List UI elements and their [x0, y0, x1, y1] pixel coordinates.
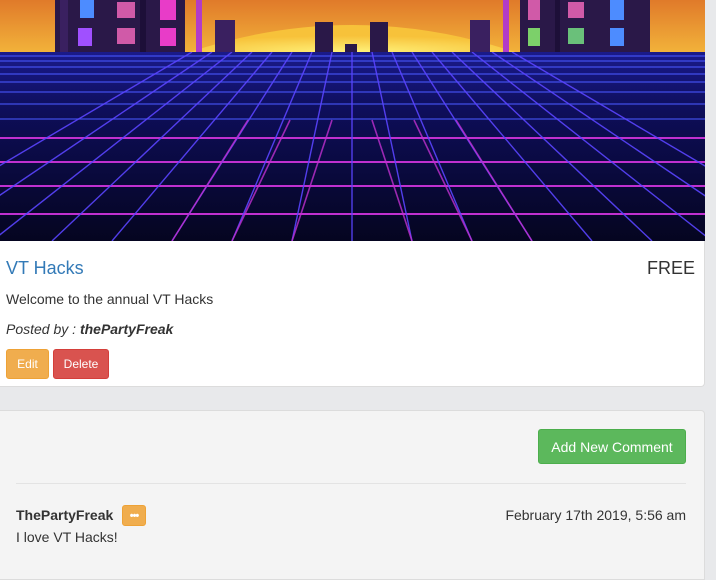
comment-date: February 17th 2019, 5:56 am [505, 507, 686, 523]
event-description: Welcome to the annual VT Hacks [6, 291, 214, 307]
comment-author: ThePartyFreak [16, 507, 114, 523]
delete-button[interactable]: Delete [53, 349, 109, 379]
edit-button[interactable]: Edit [6, 349, 49, 379]
divider [16, 483, 686, 484]
add-comment-button[interactable]: Add New Comment [538, 429, 686, 464]
comments-panel: Add New Comment ThePartyFreak ••• Februa… [0, 410, 705, 580]
posted-by-label: Posted by : [6, 321, 80, 337]
event-price: FREE [646, 258, 695, 278]
posted-by-author: thePartyFreak [79, 321, 174, 337]
event-title-link[interactable]: VT Hacks [6, 258, 84, 279]
event-image [0, 0, 705, 241]
more-icon: ••• [129, 509, 140, 522]
posted-by: Posted by : thePartyFreak [6, 321, 173, 337]
comment-text: I love VT Hacks! [16, 529, 118, 545]
event-card: VT Hacks FREE Welcome to the annual VT H… [0, 0, 705, 387]
comment-options-button[interactable]: ••• [122, 505, 146, 526]
